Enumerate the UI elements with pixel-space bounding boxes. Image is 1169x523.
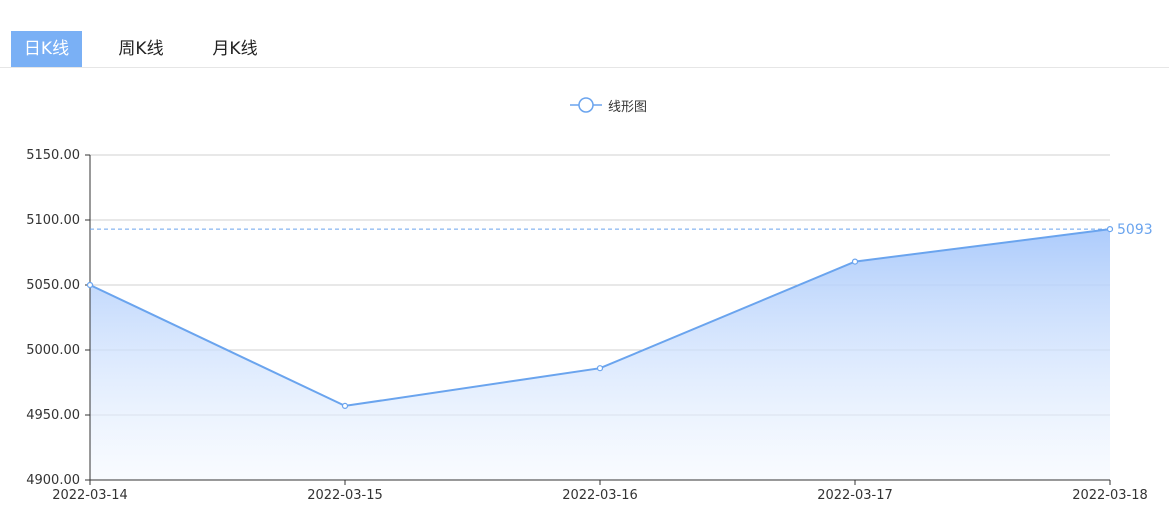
y-tick-label: 5050.00 bbox=[26, 278, 80, 293]
x-tick-label: 2022-03-15 bbox=[307, 488, 383, 503]
data-point bbox=[1106, 226, 1114, 233]
y-tick-label: 4950.00 bbox=[26, 408, 80, 423]
y-tick-label: 5000.00 bbox=[26, 343, 80, 358]
x-tick-label: 2022-03-18 bbox=[1072, 488, 1148, 503]
line-chart: 4900.00 4950.00 5000.00 5050.00 5100.00 5150.… bbox=[26, 148, 1153, 503]
data-point bbox=[596, 365, 604, 372]
x-tick-label: 2022-03-14 bbox=[52, 488, 128, 503]
y-tick-label: 4900.00 bbox=[26, 473, 80, 488]
y-tick-label: 5100.00 bbox=[26, 213, 80, 228]
data-point bbox=[86, 281, 94, 289]
data-point bbox=[341, 402, 349, 409]
data-point bbox=[851, 258, 859, 265]
markline-label: 5093 bbox=[1117, 222, 1153, 238]
y-tick-label: 5150.00 bbox=[26, 148, 80, 163]
series-area bbox=[90, 229, 1110, 480]
x-tick-label: 2022-03-17 bbox=[817, 488, 893, 503]
x-tick-label: 2022-03-16 bbox=[562, 488, 638, 503]
